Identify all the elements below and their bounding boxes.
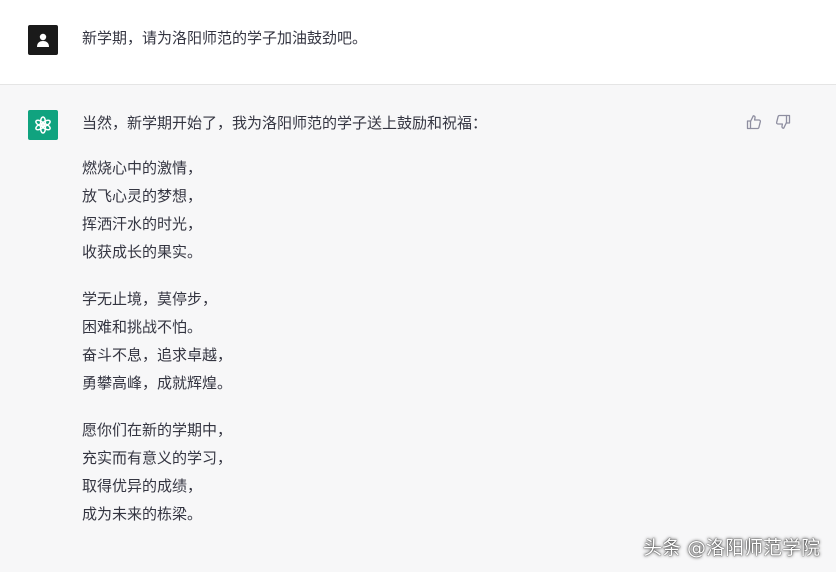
thumbs-up-icon bbox=[746, 115, 762, 130]
poem-line: 愿你们在新的学期中， bbox=[82, 421, 233, 439]
poem-line: 困难和挑战不怕。 bbox=[82, 318, 203, 336]
poem-line: 勇攀高峰，成就辉煌。 bbox=[82, 374, 233, 392]
poem-line: 放飞心灵的梦想， bbox=[82, 187, 203, 205]
poem-line: 奋斗不息，追求卓越， bbox=[82, 346, 233, 364]
poem-line: 成为未来的栋梁。 bbox=[82, 505, 203, 523]
assistant-message-content: 当然，新学期开始了，我为洛阳师范的学子送上鼓励和祝福： 燃烧心中的激情， 放飞心… bbox=[82, 111, 487, 528]
thumbs-down-icon bbox=[775, 114, 791, 129]
openai-logo-icon bbox=[35, 116, 51, 134]
assistant-message-row: 当然，新学期开始了，我为洛阳师范的学子送上鼓励和祝福： 燃烧心中的激情， 放飞心… bbox=[0, 85, 836, 572]
poem-stanza-1: 燃烧心中的激情， 放飞心灵的梦想， 挥洒汗水的时光， 收获成长的果实。 bbox=[82, 154, 487, 266]
assistant-intro: 当然，新学期开始了，我为洛阳师范的学子送上鼓励和祝福： bbox=[82, 114, 488, 132]
poem-stanza-3: 愿你们在新的学期中， 充实而有意义的学习， 取得优异的成绩， 成为未来的栋梁。 bbox=[82, 416, 487, 528]
user-message-text: 新学期，请为洛阳师范的学子加油鼓劲吧。 bbox=[82, 29, 368, 47]
poem-line: 收获成长的果实。 bbox=[82, 243, 203, 261]
poem-stanza-2: 学无止境，莫停步， 困难和挑战不怕。 奋斗不息，追求卓越， 勇攀高峰，成就辉煌。 bbox=[82, 285, 487, 397]
poem-line: 学无止境，莫停步， bbox=[82, 290, 218, 308]
user-message-row: 新学期，请为洛阳师范的学子加油鼓劲吧。 bbox=[0, 0, 836, 85]
poem-line: 挥洒汗水的时光， bbox=[82, 215, 203, 233]
thumbs-up-button[interactable] bbox=[745, 113, 763, 131]
user-silhouette-icon bbox=[37, 33, 49, 47]
watermark: 头条 @洛阳师范学院 bbox=[642, 537, 820, 559]
assistant-avatar bbox=[28, 110, 58, 140]
poem-line: 燃烧心中的激情， bbox=[82, 159, 203, 177]
user-avatar bbox=[28, 25, 58, 55]
thumbs-down-button[interactable] bbox=[774, 113, 792, 131]
poem-line: 充实而有意义的学习， bbox=[82, 449, 233, 467]
poem-line: 取得优异的成绩， bbox=[82, 477, 203, 495]
